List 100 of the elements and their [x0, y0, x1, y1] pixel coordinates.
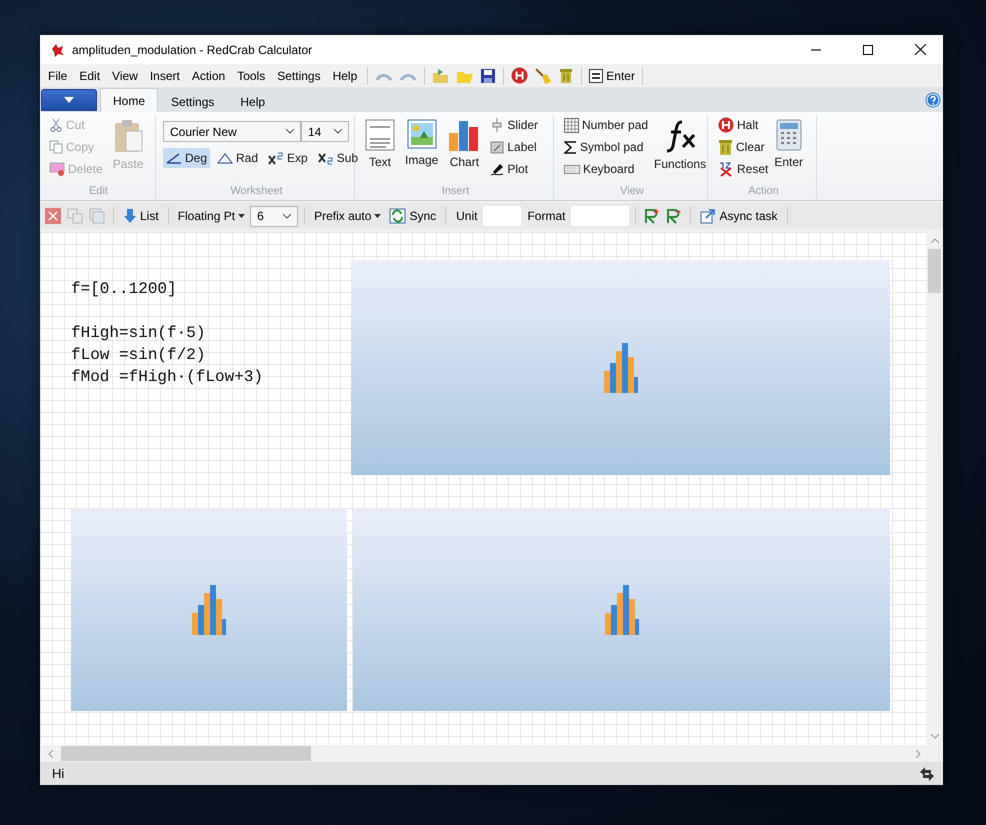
keyboard-icon — [564, 164, 580, 174]
clear-button[interactable]: Clear — [715, 137, 772, 157]
insert-slider-button[interactable]: Slider — [487, 115, 542, 135]
sync-icon — [389, 208, 406, 224]
stop-sign-icon — [718, 117, 734, 133]
group-label: Worksheet — [230, 185, 283, 199]
menu-item[interactable]: Insert — [144, 66, 186, 84]
down-arrow-icon — [123, 208, 137, 224]
insert-image-button[interactable]: Image — [402, 115, 442, 185]
menu-item[interactable]: Settings — [271, 66, 327, 84]
bar-chart-icon — [604, 585, 638, 635]
horizontal-scroll-thumb[interactable] — [61, 746, 311, 761]
list-button[interactable]: List — [120, 207, 162, 225]
slider-icon — [490, 118, 504, 132]
symbol-pad-button[interactable]: Symbol pad — [561, 137, 652, 157]
close-icon[interactable] — [45, 208, 61, 224]
caret-icon — [64, 97, 74, 103]
exponent-button[interactable]: Exp — [265, 148, 311, 168]
trash-icon[interactable] — [558, 67, 574, 84]
caret-icon — [286, 129, 294, 134]
remove-row-icon[interactable] — [666, 208, 682, 224]
window-title: amplituden_modulation - RedCrab Calculator — [72, 42, 314, 56]
async-task-button[interactable]: Async task — [697, 207, 781, 225]
keyboard-button[interactable]: Keyboard — [561, 159, 652, 179]
halt-button[interactable]: Halt — [715, 115, 772, 135]
chart-frame[interactable] — [353, 509, 890, 711]
sync-button[interactable]: Sync — [386, 207, 440, 225]
caret-icon — [283, 214, 292, 218]
ribbon-tab[interactable]: Help — [227, 90, 278, 112]
pen-icon — [490, 162, 504, 176]
menu-item[interactable]: File — [42, 66, 74, 84]
insert-text-button[interactable]: Text — [362, 115, 398, 185]
clipboard-icon — [113, 119, 144, 153]
application-menu-button[interactable] — [41, 89, 97, 111]
copy-icon — [49, 140, 63, 154]
menu-item[interactable]: Help — [326, 66, 364, 84]
ribbon-tab[interactable]: Settings — [158, 90, 228, 112]
status-text: Hi — [52, 766, 64, 781]
radian-button[interactable]: Rad — [214, 148, 262, 168]
ribbon-tab[interactable]: Home — [100, 88, 158, 112]
prefix-dropdown[interactable]: Prefix auto — [311, 208, 384, 224]
insert-plot-button[interactable]: Plot — [487, 159, 542, 179]
angle-icon — [166, 152, 182, 164]
formula-line: fMod =fHigh·(fLow+3) — [71, 367, 264, 388]
enter-button[interactable]: Enter — [586, 68, 638, 84]
help-icon[interactable] — [925, 92, 941, 108]
scroll-up-icon[interactable] — [930, 238, 938, 243]
group-label: View — [620, 185, 644, 199]
triangle-icon — [217, 152, 234, 164]
scroll-right-icon[interactable] — [916, 750, 921, 758]
scroll-left-icon[interactable] — [48, 750, 53, 758]
number-pad-button[interactable]: Number pad — [561, 115, 652, 135]
menu-item[interactable]: Edit — [73, 66, 106, 84]
add-row-icon[interactable] — [644, 208, 660, 224]
insert-label-button[interactable]: Label — [487, 137, 542, 157]
reset-button[interactable]: Reset — [715, 159, 772, 179]
image-icon — [406, 119, 437, 149]
functions-button[interactable]: Functions — [651, 115, 710, 185]
insert-chart-button[interactable]: Chart — [445, 115, 484, 185]
group-label: Action — [748, 185, 779, 199]
grid-icon — [564, 118, 579, 132]
broom-icon[interactable] — [534, 66, 552, 84]
cascade-windows-icon[interactable] — [89, 208, 105, 224]
unit-label: Unit — [455, 209, 478, 223]
text-block-icon — [365, 119, 395, 151]
tile-windows-icon[interactable] — [67, 208, 83, 224]
chart-frame[interactable] — [351, 260, 890, 475]
label-icon — [490, 140, 504, 154]
refresh-icon[interactable] — [919, 766, 935, 782]
bar-chart-icon — [448, 119, 480, 151]
menu-item[interactable]: Tools — [231, 66, 272, 84]
font-size-dropdown[interactable]: 14 — [301, 121, 349, 142]
menu-item[interactable]: Action — [186, 66, 232, 84]
caret-icon — [238, 214, 246, 218]
close-icon — [914, 44, 926, 55]
scissors-icon — [49, 118, 63, 132]
scroll-down-icon[interactable] — [930, 734, 938, 739]
save-icon[interactable] — [480, 68, 496, 84]
stop-sign-icon[interactable] — [511, 67, 528, 84]
degree-button[interactable]: Deg — [163, 148, 210, 168]
delete-icon — [49, 162, 65, 176]
minimize-icon — [811, 48, 821, 50]
number-format-dropdown[interactable]: Floating Pt — [174, 208, 248, 224]
calculator-icon — [776, 119, 802, 151]
format-label: Format — [526, 209, 566, 223]
menu-item[interactable]: View — [106, 66, 144, 84]
open-folder-icon[interactable] — [432, 68, 450, 84]
chart-frame[interactable] — [71, 509, 347, 711]
vertical-scroll-thumb[interactable] — [928, 249, 941, 293]
subscript-button[interactable]: Sub — [314, 148, 362, 168]
group-label: Insert — [442, 185, 470, 199]
worksheet[interactable]: f=[0..1200] fHigh=sin(f·5) fLow =sin(f/2) fMod =fHigh·(fLow+3) — [40, 232, 926, 745]
font-dropdown[interactable]: Courier New — [163, 121, 301, 142]
formula-line: f=[0..1200] — [71, 279, 177, 300]
calculator-enter-button[interactable]: Enter — [771, 115, 806, 185]
formula-line: fLow =sin(f/2) — [71, 345, 206, 366]
formula-line: fHigh=sin(f·5) — [71, 323, 206, 344]
sigma-icon — [564, 140, 577, 154]
crab-logo-icon — [50, 42, 66, 58]
digits-dropdown[interactable]: 6 — [250, 206, 298, 226]
